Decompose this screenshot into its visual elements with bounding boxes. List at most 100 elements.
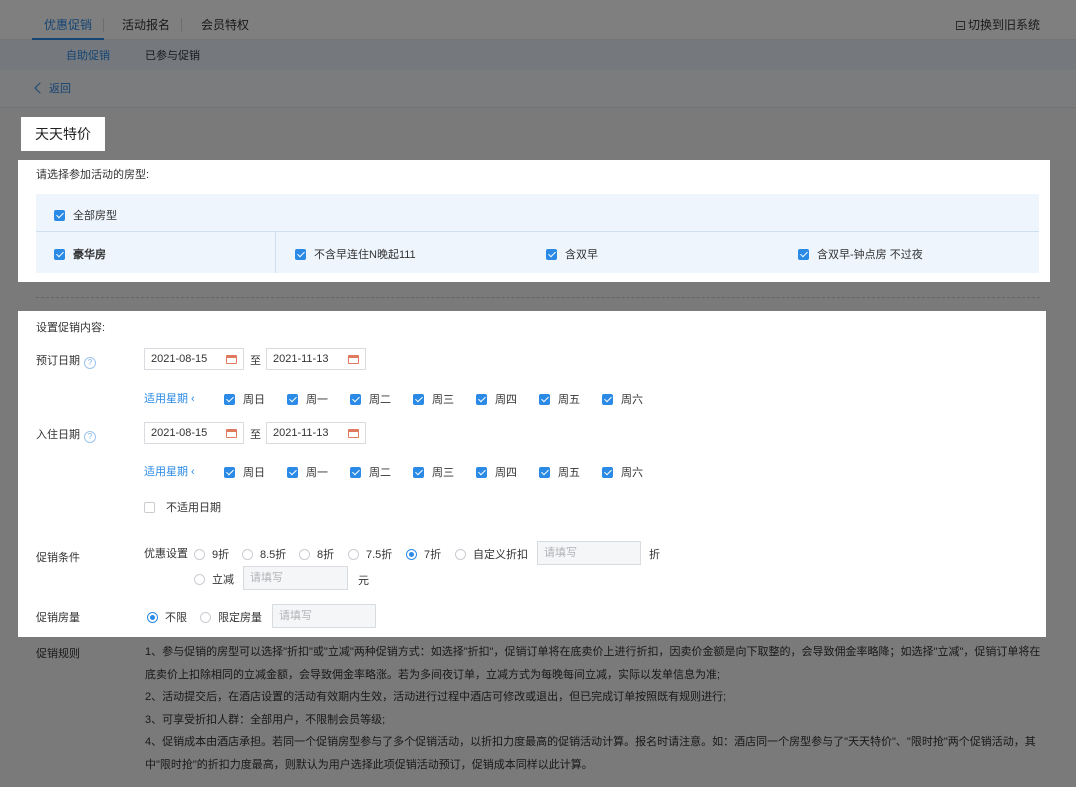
promo-settings-section: 设置促销内容: 预订日期? 2021-08-15 至 2021-11-13 适用… [18, 311, 1046, 637]
checkbox-checked-icon [602, 466, 613, 478]
discount-option-8[interactable]: 8折 [299, 546, 334, 562]
checkbox-checked-icon [350, 466, 361, 478]
room-checkbox-double-breakfast[interactable]: 含双早 [546, 246, 598, 262]
discount-option-7-5[interactable]: 7.5折 [348, 546, 392, 562]
room-qty-limited[interactable]: 限定房量 [200, 609, 262, 625]
room-type-section: 请选择参加活动的房型: 全部房型 豪华房 不含早连住N晚起111 含双早 含双早… [18, 160, 1050, 282]
checkin-weekday-sat[interactable]: 周六 [602, 464, 643, 480]
checkin-weekday-wed[interactable]: 周三 [413, 464, 454, 480]
booking-weekday-thu[interactable]: 周四 [476, 391, 517, 407]
room-type-table: 全部房型 豪华房 不含早连住N晚起111 含双早 含双早-钟点房 不过夜 [36, 194, 1039, 273]
rule-line: 1、参与促销的房型可以选择"折扣"或"立减"两种促销方式：如选择"折扣"，促销订… [145, 646, 1041, 681]
rules-text: 1、参与促销的房型可以选择"折扣"或"立减"两种促销方式：如选择"折扣"，促销订… [145, 641, 1045, 776]
back-bar: 返回 [0, 70, 1076, 108]
condition-label: 促销条件 [36, 552, 80, 564]
checkbox-checked-icon [476, 393, 487, 405]
tab-event-signup[interactable]: 活动报名 [122, 0, 170, 40]
all-rooms-checkbox[interactable]: 全部房型 [54, 207, 117, 223]
tab-promotions[interactable]: 优惠促销 [31, 0, 105, 40]
page-title: 天天特价 [21, 117, 105, 151]
calendar-icon [348, 355, 359, 364]
discount-option-8-5[interactable]: 8.5折 [242, 546, 286, 562]
checkbox-checked-icon [539, 466, 550, 478]
rules-label: 促销规则 [36, 648, 80, 660]
rule-line: 3、可享受折扣人群：全部用户，不限制会员等级; [145, 713, 386, 726]
radio-icon [455, 548, 466, 560]
discount-option-custom[interactable]: 自定义折扣 [455, 546, 528, 562]
booking-weekday-sat[interactable]: 周六 [602, 391, 643, 407]
booking-end-date-input[interactable]: 2021-11-13 [266, 348, 366, 370]
radio-selected-icon [147, 611, 158, 623]
radio-icon [194, 573, 205, 585]
booking-date-label: 预订日期? [36, 352, 96, 369]
discount-setting-label: 优惠设置 [144, 548, 188, 560]
radio-icon [299, 548, 310, 560]
chevron-left-icon [34, 82, 46, 94]
help-icon[interactable]: ? [84, 357, 96, 369]
checkbox-checked-icon [287, 466, 298, 478]
discount-option-9[interactable]: 9折 [194, 546, 229, 562]
tab-member-privileges[interactable]: 会员特权 [201, 0, 249, 40]
checkbox-checked-icon [54, 209, 65, 221]
switch-icon [955, 21, 965, 30]
checkbox-unchecked-icon [144, 501, 155, 513]
custom-discount-input[interactable]: 请填写 [537, 541, 641, 565]
checkbox-checked-icon [413, 466, 424, 478]
sub-tab-bar: 自助促销 已参与促销 [0, 40, 1076, 70]
help-icon[interactable]: ? [84, 431, 96, 443]
booking-weekday-fri[interactable]: 周五 [539, 391, 580, 407]
date-range-separator: 至 [250, 429, 261, 441]
booking-weekday-wed[interactable]: 周三 [413, 391, 454, 407]
promo-section-label: 设置促销内容: [36, 322, 106, 334]
calendar-icon [226, 429, 237, 438]
reduce-amount-unit: 元 [358, 575, 369, 587]
calendar-icon [348, 429, 359, 438]
subtab-joined-promotion[interactable]: 已参与促销 [145, 40, 200, 72]
exclude-dates-checkbox[interactable]: 不适用日期 [144, 499, 221, 515]
radio-icon [200, 611, 211, 623]
booking-weekday-toggle[interactable]: 适用星期 ‹ [144, 390, 195, 406]
booking-weekday-mon[interactable]: 周一 [287, 391, 328, 407]
booking-start-date-input[interactable]: 2021-08-15 [144, 348, 244, 370]
radio-icon [242, 548, 253, 560]
checkbox-checked-icon [546, 248, 557, 260]
checkin-weekday-tue[interactable]: 周二 [350, 464, 391, 480]
radio-icon [348, 548, 359, 560]
tab-divider [181, 18, 182, 32]
checkin-weekday-toggle[interactable]: 适用星期 ‹ [144, 463, 195, 479]
discount-option-7[interactable]: 7折 [406, 546, 441, 562]
checkbox-checked-icon [295, 248, 306, 260]
reduce-option[interactable]: 立减 [194, 571, 234, 587]
calendar-icon [226, 355, 237, 364]
checkbox-checked-icon [224, 466, 235, 478]
room-group-checkbox[interactable]: 豪华房 [54, 246, 106, 262]
reduce-amount-input[interactable]: 请填写 [243, 566, 348, 590]
room-qty-input[interactable]: 请填写 [272, 604, 376, 628]
checkin-weekday-sun[interactable]: 周日 [224, 464, 265, 480]
all-rooms-row: 全部房型 [36, 194, 1039, 232]
back-button[interactable]: 返回 [34, 70, 71, 108]
checkin-end-date-input[interactable]: 2021-11-13 [266, 422, 366, 444]
top-tab-bar: 优惠促销 活动报名 会员特权 切换到旧系统 [0, 0, 1076, 40]
checkbox-checked-icon [539, 393, 550, 405]
checkin-start-date-input[interactable]: 2021-08-15 [144, 422, 244, 444]
radio-selected-icon [406, 548, 417, 560]
checkin-weekday-thu[interactable]: 周四 [476, 464, 517, 480]
checkbox-checked-icon [413, 393, 424, 405]
subtab-self-promotion[interactable]: 自助促销 [66, 40, 110, 72]
column-divider [275, 232, 276, 273]
checkbox-checked-icon [602, 393, 613, 405]
room-qty-unlimited[interactable]: 不限 [147, 609, 187, 625]
booking-weekday-sun[interactable]: 周日 [224, 391, 265, 407]
checkin-weekday-mon[interactable]: 周一 [287, 464, 328, 480]
room-checkbox-hourly[interactable]: 含双早-钟点房 不过夜 [798, 246, 923, 262]
section-divider [36, 297, 1040, 298]
room-qty-label: 促销房量 [36, 612, 80, 624]
checkbox-checked-icon [476, 466, 487, 478]
room-checkbox-no-breakfast[interactable]: 不含早连住N晚起111 [295, 246, 416, 262]
booking-weekday-tue[interactable]: 周二 [350, 391, 391, 407]
rule-line: 2、活动提交后，在酒店设置的活动有效期内生效，活动进行过程中酒店可修改或退出，但… [145, 691, 727, 703]
checkin-date-label: 入住日期? [36, 426, 96, 443]
tab-divider [103, 18, 104, 32]
checkin-weekday-fri[interactable]: 周五 [539, 464, 580, 480]
